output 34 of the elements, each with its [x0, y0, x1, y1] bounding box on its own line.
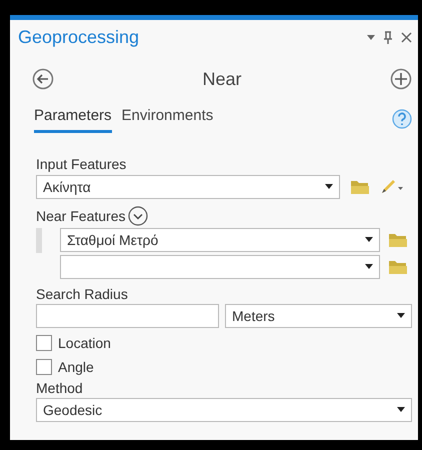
folder-icon[interactable] [388, 258, 408, 274]
tab[interactable]: Environments [122, 105, 214, 132]
search-radius-input[interactable] [36, 304, 219, 328]
near-features-dropdown[interactable] [60, 254, 380, 278]
tool-title: Near [201, 68, 242, 90]
pin-icon[interactable] [383, 30, 393, 44]
method-dropdown[interactable]: Geodesic [36, 398, 412, 422]
dropdown-caret-icon[interactable] [367, 34, 375, 40]
field-label: Method [36, 378, 84, 396]
dropdown-caret-icon [365, 264, 373, 269]
checkbox[interactable] [36, 334, 52, 350]
input-features-dropdown[interactable]: Ακίνητα [36, 174, 340, 198]
folder-icon[interactable] [388, 232, 408, 248]
field-label: Search Radius [36, 284, 129, 302]
dropdown-caret-icon [397, 407, 405, 412]
help-icon[interactable] [392, 108, 412, 129]
folder-icon[interactable] [350, 178, 370, 194]
field-label: Near Features [36, 206, 126, 224]
near-features-dropdown[interactable]: Σταθμοί Μετρό [60, 228, 380, 252]
tab[interactable]: Parameters [34, 105, 112, 132]
checkbox[interactable] [36, 358, 52, 374]
add-icon[interactable] [390, 68, 412, 90]
group-bar [36, 228, 42, 252]
pencil-icon[interactable] [380, 178, 404, 194]
unit-dropdown[interactable]: Meters [225, 304, 412, 328]
pane-title: Geoprocessing [18, 26, 140, 49]
collapse-chevron-icon[interactable] [128, 206, 148, 226]
dropdown-caret-icon [397, 313, 405, 318]
dropdown-caret-icon [365, 237, 373, 242]
checkbox-label: Location [58, 334, 111, 352]
field-label: Input Features [36, 154, 128, 172]
close-icon[interactable] [401, 32, 412, 42]
dropdown-caret-icon [325, 184, 333, 189]
checkbox-label: Angle [58, 358, 94, 376]
